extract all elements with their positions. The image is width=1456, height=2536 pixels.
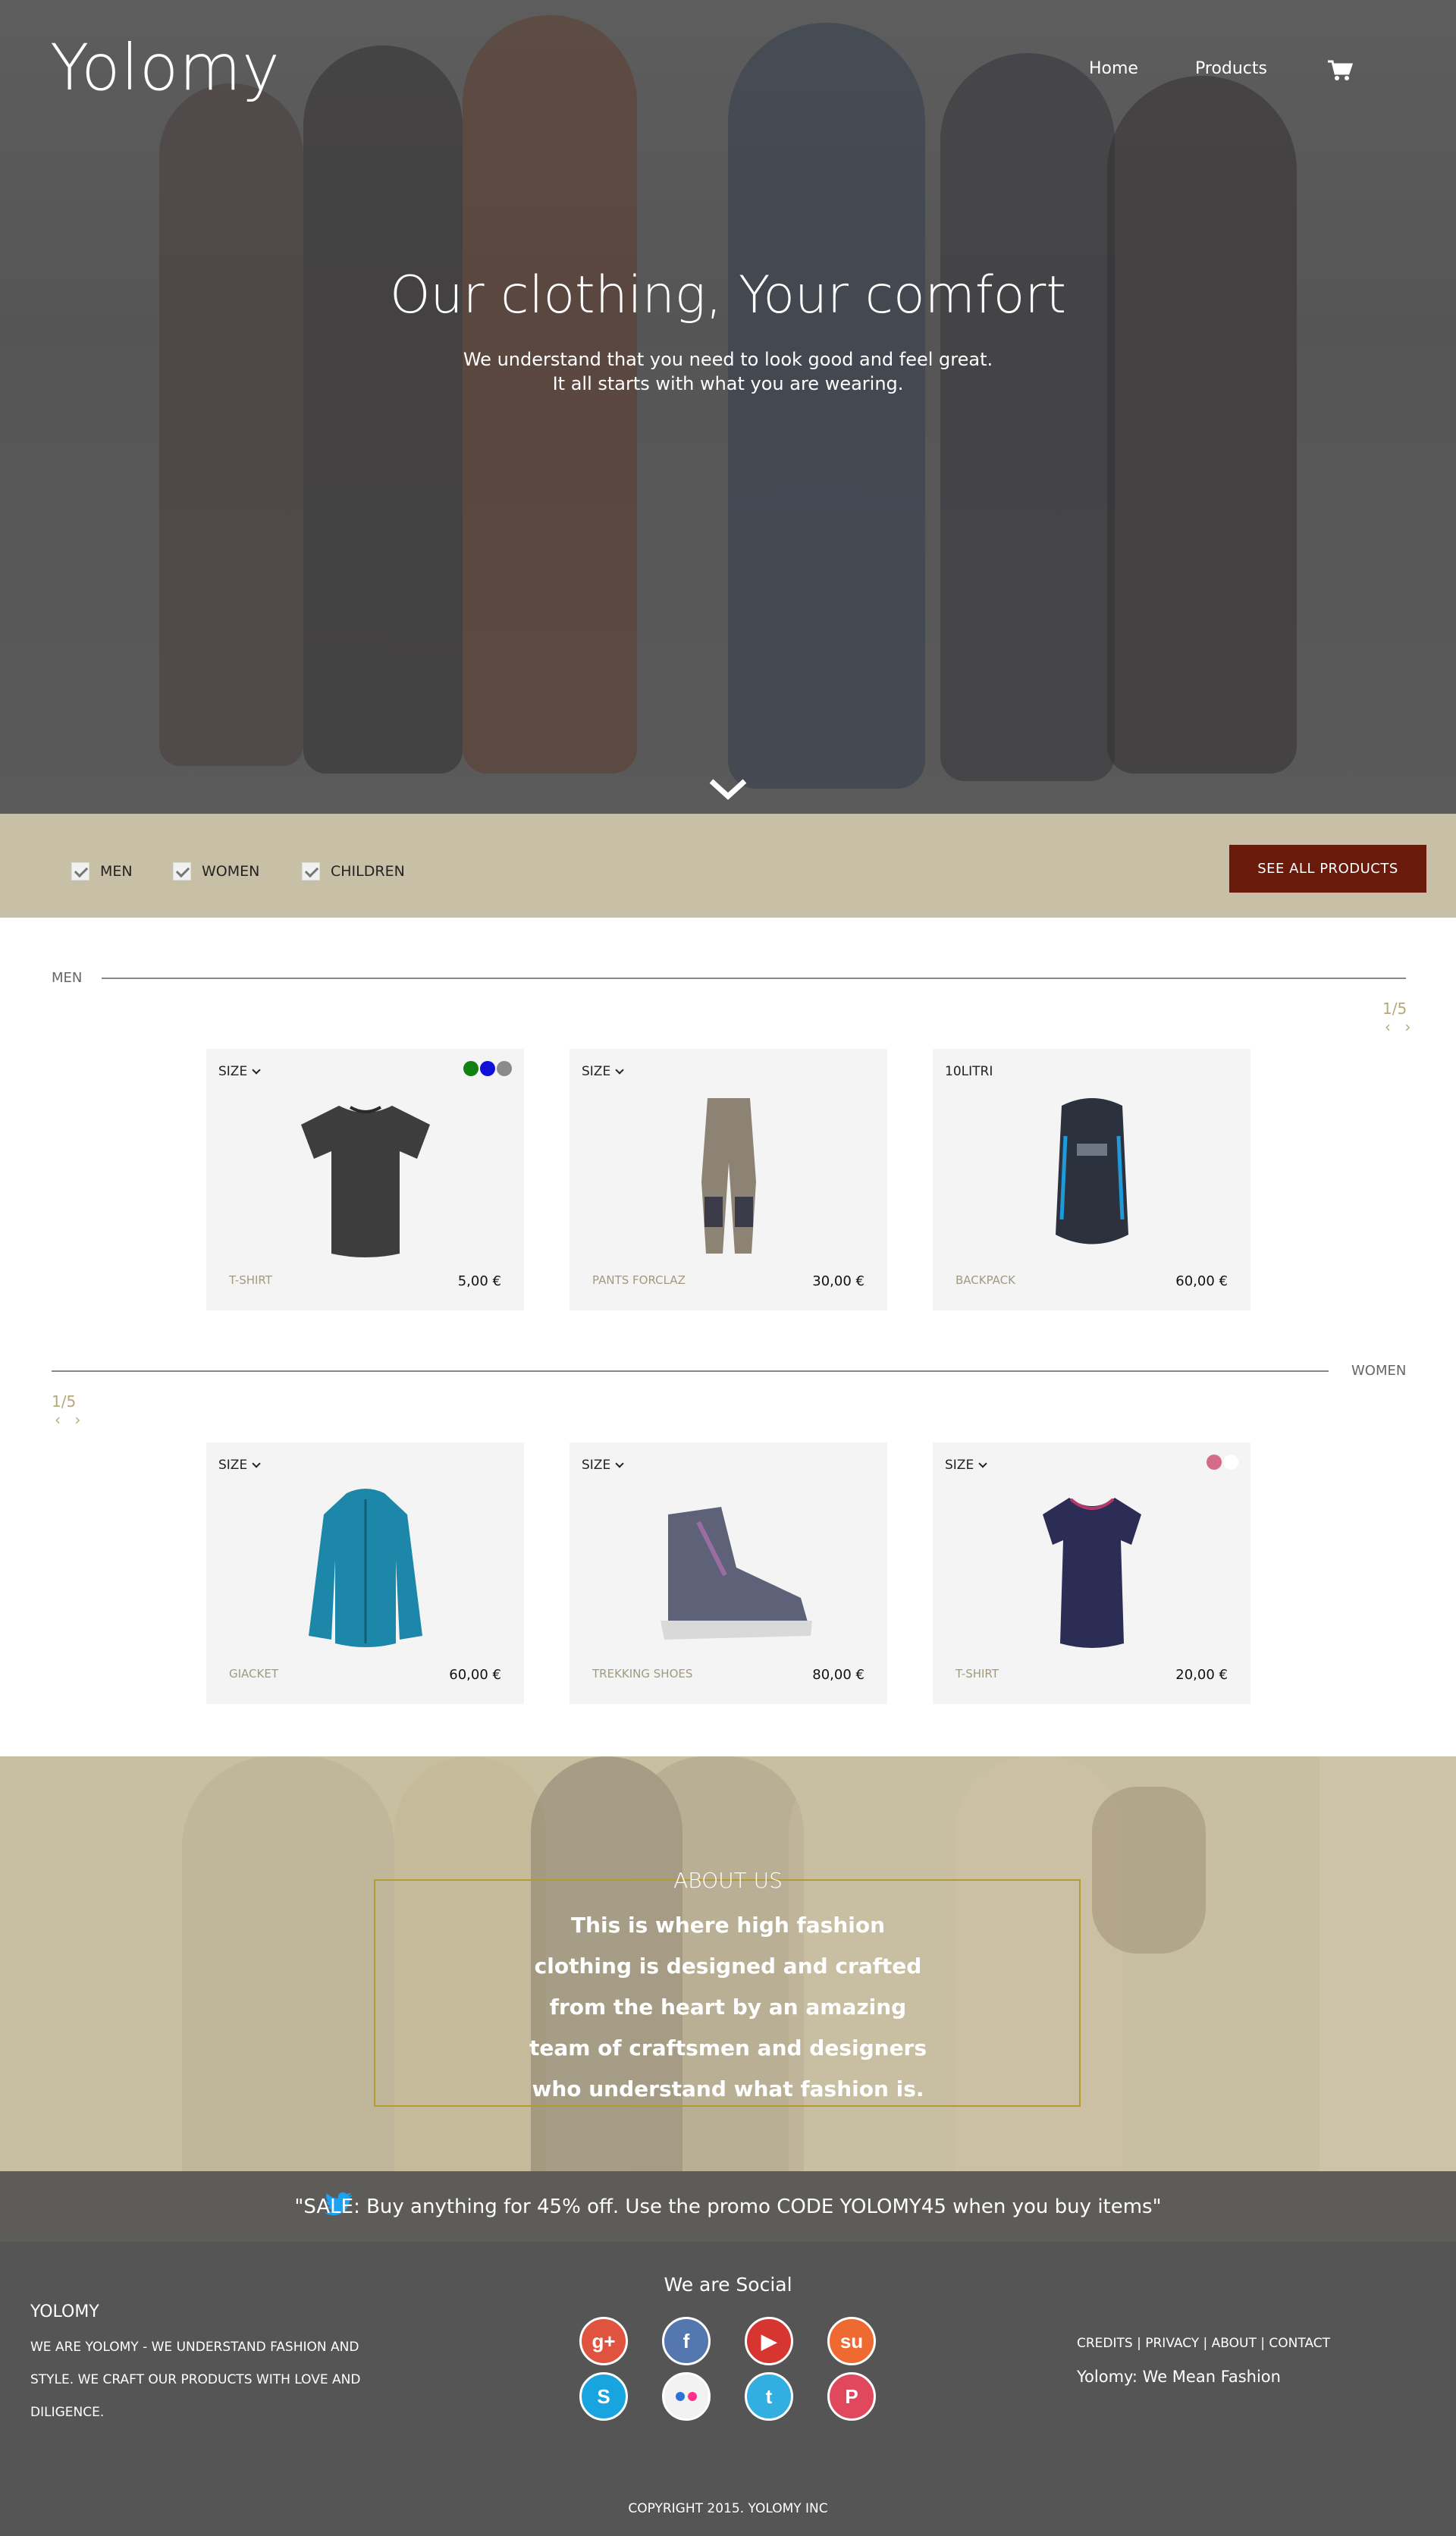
nav-home-link[interactable]: Home — [1089, 59, 1138, 78]
hero-title: Our clothing, Your comfort — [389, 265, 1067, 325]
hero-banner — [0, 0, 1456, 814]
product-name: TREKKING SHOES — [592, 1667, 693, 1681]
size-dropdown[interactable]: SIZE — [582, 1458, 624, 1473]
checkbox-checked-icon[interactable] — [173, 862, 191, 880]
filter-men-checkbox[interactable]: MEN — [71, 862, 133, 881]
product-capacity-label: 10LITRI — [945, 1064, 993, 1079]
product-price: 5,00 € — [457, 1273, 501, 1289]
color-swatch-green[interactable] — [463, 1061, 479, 1076]
footer-description: WE ARE YOLOMY - WE UNDERSTAND FASHION AN… — [30, 2340, 361, 2420]
product-name: T-SHIRT — [956, 1667, 999, 1681]
see-all-products-button[interactable]: SEE ALL PRODUCTS — [1229, 845, 1426, 893]
about-text: This is where high fashion clothing is d… — [529, 1913, 927, 2101]
product-price: 20,00 € — [1175, 1667, 1228, 1683]
chevron-down-icon[interactable] — [708, 777, 748, 801]
hero-subtitle-line1: We understand that you need to look good… — [463, 349, 993, 370]
product-card[interactable]: 10LITRI BACKPACK 60,00 € — [933, 1049, 1250, 1310]
skype-icon[interactable]: S — [579, 2372, 628, 2421]
product-price: 60,00 € — [1175, 1273, 1228, 1289]
section-men-label: MEN — [52, 970, 83, 986]
promo-text: "SALE: Buy anything for 45% off. Use the… — [294, 2195, 1162, 2218]
checkbox-checked-icon[interactable] — [71, 862, 89, 880]
product-name: T-SHIRT — [229, 1273, 272, 1287]
color-swatches — [1207, 1455, 1238, 1470]
nav-products-link[interactable]: Products — [1195, 59, 1267, 78]
social-title: We are Social — [664, 2274, 792, 2296]
size-dropdown[interactable]: SIZE — [218, 1458, 261, 1473]
hero-subtitle-line2: It all starts with what you are wearing. — [552, 373, 904, 394]
copyright: COPYRIGHT 2015. YOLOMY INC — [628, 2501, 828, 2516]
product-name: BACKPACK — [956, 1273, 1015, 1287]
section-divider — [102, 978, 1406, 979]
product-card[interactable]: SIZE TREKKING SHOES 80,00 € — [570, 1442, 887, 1704]
hero-overlay — [0, 0, 1456, 814]
product-card[interactable]: SIZE T-SHIRT 5,00 € — [206, 1049, 524, 1310]
filter-children-checkbox[interactable]: CHILDREN — [302, 862, 405, 881]
color-swatch-pink[interactable] — [1207, 1455, 1222, 1470]
checkbox-checked-icon[interactable] — [302, 862, 320, 880]
color-swatch-blue[interactable] — [480, 1061, 495, 1076]
shopping-cart-icon[interactable] — [1327, 59, 1354, 82]
flickr-icon[interactable] — [662, 2372, 711, 2421]
color-swatches — [463, 1061, 512, 1076]
color-swatch-gray[interactable] — [497, 1061, 512, 1076]
chevron-down-icon — [978, 1459, 987, 1468]
product-price: 30,00 € — [812, 1273, 864, 1289]
chevron-down-icon — [615, 1066, 624, 1075]
chevron-down-icon — [252, 1066, 261, 1075]
product-name: GIACKET — [229, 1667, 278, 1681]
stumbleupon-icon[interactable]: su — [827, 2317, 876, 2365]
about-title: ABOUT US — [673, 1868, 783, 1893]
size-dropdown[interactable]: SIZE — [218, 1064, 261, 1079]
product-image-tshirt[interactable] — [275, 1091, 457, 1265]
product-price: 80,00 € — [812, 1667, 864, 1683]
footer-links[interactable]: CREDITS | PRIVACY | ABOUT | CONTACT — [1077, 2336, 1330, 2351]
chevron-down-icon — [252, 1459, 261, 1468]
chevron-down-icon — [615, 1459, 624, 1468]
filter-children-label: CHILDREN — [331, 863, 405, 880]
women-pager: 1/5 — [52, 1392, 77, 1411]
filter-men-label: MEN — [100, 863, 133, 880]
twitter-icon[interactable]: t — [745, 2372, 793, 2421]
footer-brand: YOLOMY — [30, 2302, 99, 2321]
filter-women-checkbox[interactable]: WOMEN — [173, 862, 259, 881]
women-pager-arrows[interactable]: ‹ › — [55, 1411, 85, 1429]
product-card[interactable]: SIZE PANTS FORCLAZ 30,00 € — [570, 1049, 887, 1310]
product-image-jacket[interactable] — [275, 1484, 457, 1659]
google-plus-icon[interactable]: g+ — [579, 2317, 628, 2365]
product-price: 60,00 € — [449, 1667, 501, 1683]
pinterest-icon[interactable]: P — [827, 2372, 876, 2421]
men-pager: 1/5 — [1382, 1000, 1407, 1018]
size-dropdown[interactable]: SIZE — [582, 1064, 624, 1079]
site-logo[interactable]: Yolomy — [50, 30, 281, 105]
facebook-icon[interactable]: f — [662, 2317, 711, 2365]
product-image-pants[interactable] — [638, 1091, 820, 1265]
product-image-backpack[interactable] — [1001, 1091, 1183, 1265]
product-image-tshirt[interactable] — [1001, 1484, 1183, 1659]
section-divider — [52, 1370, 1329, 1372]
product-card[interactable]: SIZE GIACKET 60,00 € — [206, 1442, 524, 1704]
product-name: PANTS FORCLAZ — [592, 1273, 686, 1287]
product-image-trekking-shoe[interactable] — [638, 1484, 820, 1659]
section-women-label: WOMEN — [1351, 1363, 1407, 1379]
men-pager-arrows[interactable]: ‹ › — [1385, 1018, 1415, 1036]
color-swatch-white[interactable] — [1223, 1455, 1238, 1470]
youtube-icon[interactable]: ▶ — [745, 2317, 793, 2365]
size-dropdown[interactable]: SIZE — [945, 1458, 987, 1473]
filter-women-label: WOMEN — [202, 863, 260, 880]
product-card[interactable]: SIZE T-SHIRT 20,00 € — [933, 1442, 1250, 1704]
footer-tagline: Yolomy: We Mean Fashion — [1077, 2368, 1281, 2386]
